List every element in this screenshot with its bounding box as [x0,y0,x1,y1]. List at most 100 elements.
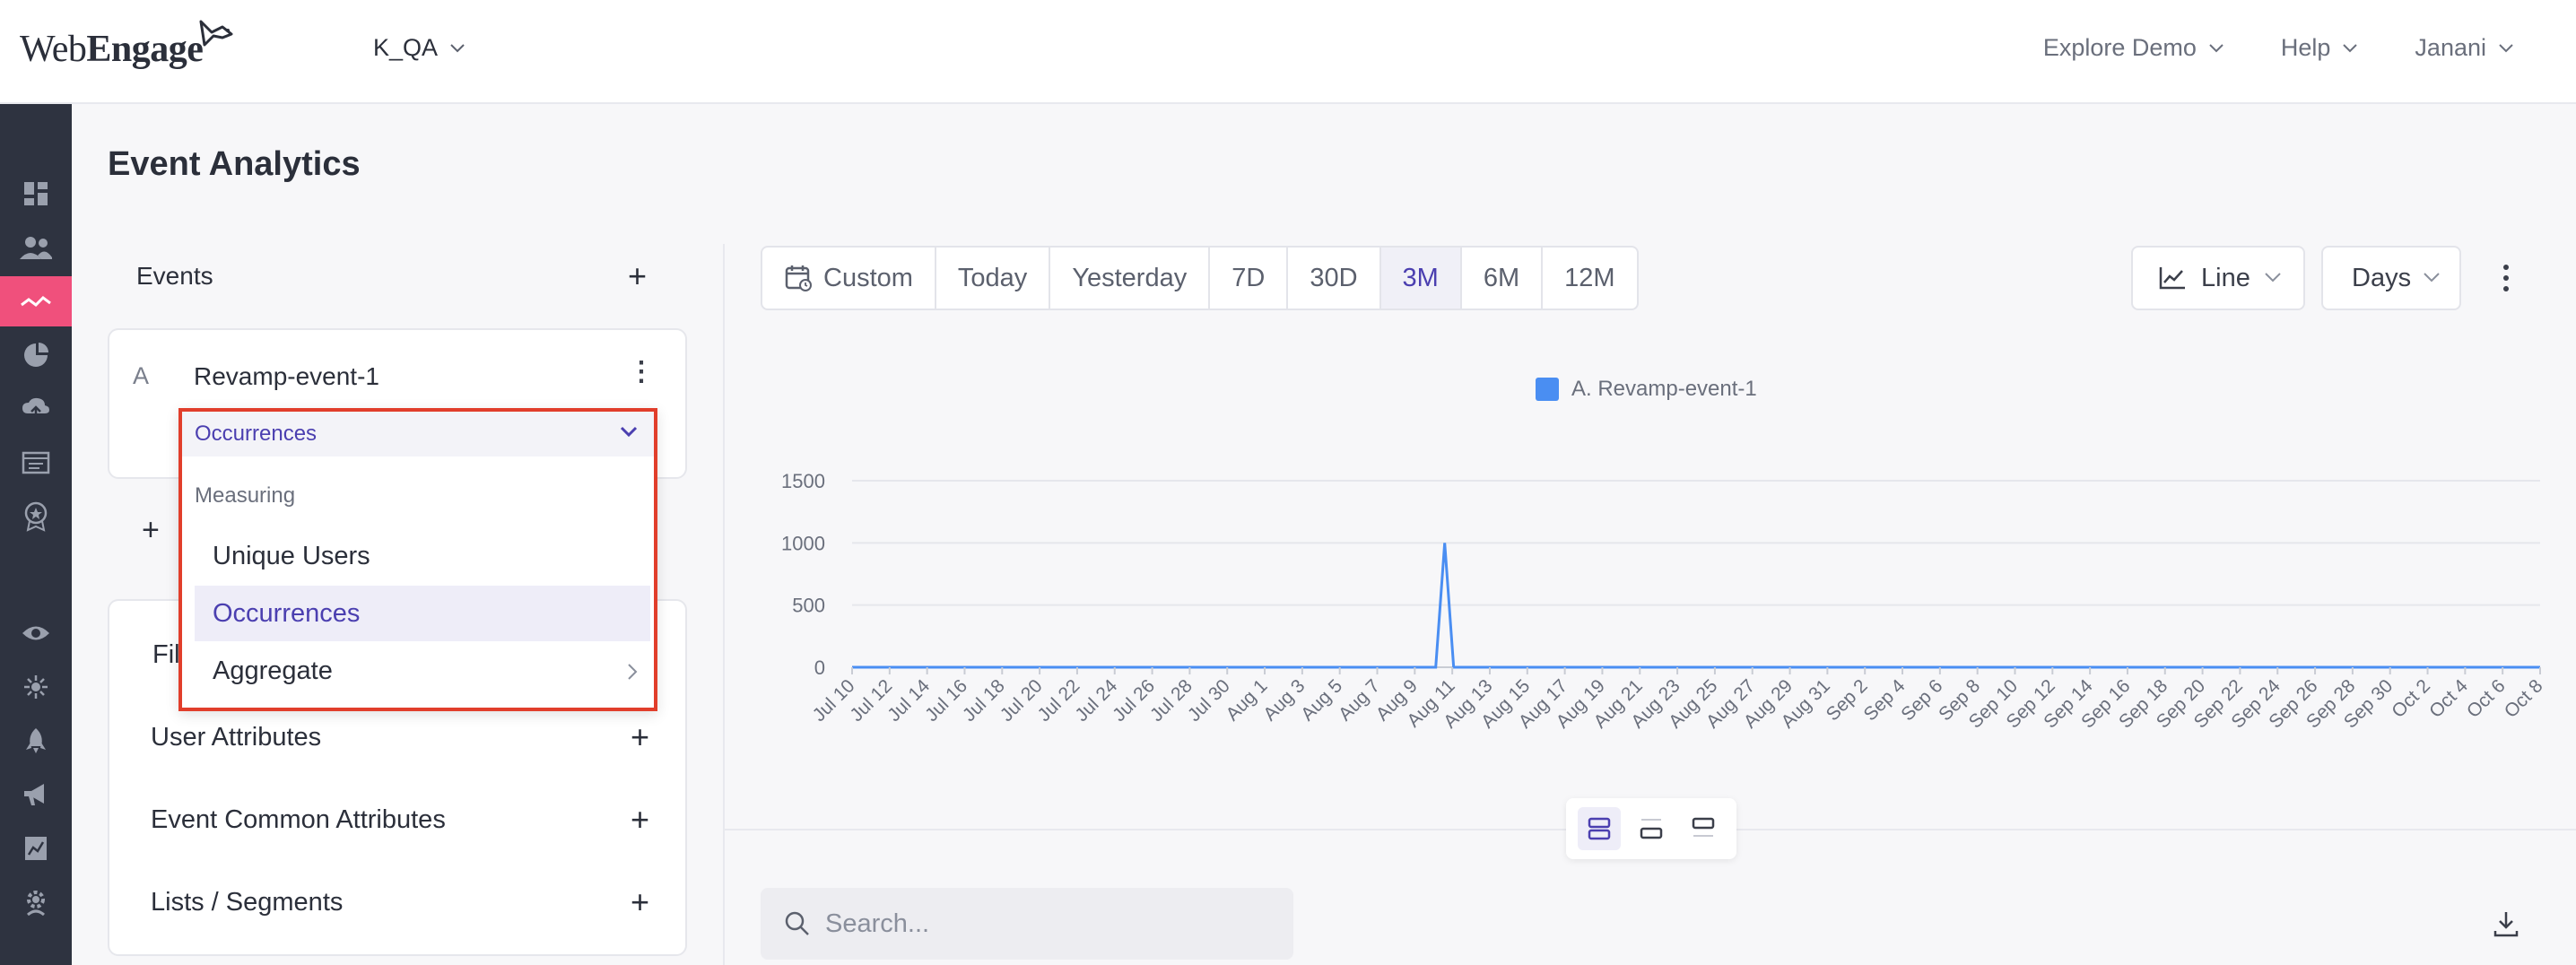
report-icon[interactable] [0,823,72,874]
range-yesterday-button[interactable]: Yesterday [1050,248,1211,309]
range-custom-button[interactable]: Custom [762,248,936,309]
option-aggregate[interactable]: Aggregate [195,643,650,699]
rocket-icon[interactable] [0,716,72,766]
measure-dropdown-trigger[interactable]: Occurrences [182,412,654,456]
explore-demo-menu[interactable]: Explore Demo [2043,34,2224,62]
x-tick-label: Sep 6 [1897,675,1946,725]
range-label: 6M [1483,263,1520,292]
x-tick-label: Jul 22 [1034,675,1084,726]
x-tick-label: Jul 14 [883,675,934,726]
range-7d-button[interactable]: 7D [1210,248,1289,309]
range-6m-button[interactable]: 6M [1462,248,1544,309]
x-tick-label: Sep 2 [1823,675,1872,725]
x-tick-label: Aug 5 [1297,675,1346,725]
add-lists-segments-plus-icon[interactable]: + [631,886,649,918]
add-another-event-plus-icon[interactable]: + [142,513,160,548]
range-label: 7D [1231,263,1266,292]
view-table-button[interactable] [1630,807,1673,850]
range-label: Yesterday [1072,263,1188,292]
line-chart-icon [2159,267,2185,290]
x-tick-label: Jul 10 [809,675,859,726]
chevron-down-icon [620,426,638,438]
x-tick-label: Oct 2 [2388,675,2434,722]
range-30d-button[interactable]: 30D [1288,248,1381,309]
date-range-group: Custom Today Yesterday 7D 30D 3M 6M 12M [761,246,1639,310]
badge-icon[interactable] [0,491,72,542]
filter-row-lists-segments[interactable]: Lists / Segments [151,888,343,917]
measure-dropdown: Occurrences Measuring Unique Users Occur… [178,408,657,711]
option-label: Aggregate [213,656,333,685]
event-name[interactable]: Revamp-event-1 [194,362,379,391]
x-tick-label: Jul 20 [996,675,1047,726]
add-event-common-attributes-plus-icon[interactable]: + [631,804,649,836]
megaphone-icon[interactable] [0,769,72,820]
add-user-attributes-plus-icon[interactable]: + [631,721,649,753]
pie-chart-icon[interactable] [0,330,72,380]
y-tick-label: 1500 [781,470,825,492]
help-menu[interactable]: Help [2281,34,2358,62]
x-tick-label: Jul 16 [921,675,971,726]
split-view-icon [1588,817,1611,840]
chart-type-dropdown[interactable]: Line [2131,246,2305,310]
view-split-button[interactable] [1578,807,1621,850]
x-tick-label: Oct 4 [2425,675,2472,722]
users-icon[interactable] [0,222,72,273]
cloud-upload-icon[interactable] [0,384,72,434]
chart-options-kebab-icon[interactable] [2499,260,2513,296]
event-kebab-menu-icon[interactable]: ⋮ [628,359,655,386]
option-occurrences[interactable]: Occurrences [195,586,650,641]
x-tick-label: Aug 1 [1223,675,1272,725]
range-label: 12M [1564,263,1615,292]
granularity-dropdown[interactable]: Days [2321,246,2461,310]
view-toggle-group [1566,798,1736,859]
granularity-label: Days [2352,263,2412,292]
x-tick-label: Jul 18 [959,675,1009,726]
folder-icon[interactable] [0,438,72,488]
x-tick-label: Aug 3 [1259,675,1309,725]
logo-text-web: Web [20,29,87,70]
range-today-button[interactable]: Today [936,248,1051,309]
gear-icon[interactable] [0,877,72,927]
chevron-down-icon [2265,273,2281,283]
y-tick-label: 500 [792,595,825,617]
eye-icon[interactable] [0,608,72,658]
range-12m-button[interactable]: 12M [1543,248,1636,309]
left-nav-rail [0,104,72,965]
events-label: Events [136,262,213,290]
chevron-down-icon [450,43,465,52]
chevron-right-icon [628,664,638,680]
filter-row-event-common-attributes[interactable]: Event Common Attributes [151,805,446,835]
view-chart-button[interactable] [1682,807,1725,850]
download-icon[interactable] [2492,909,2520,938]
option-label: Occurrences [213,598,361,628]
measuring-section-label: Measuring [195,483,296,508]
webengage-logo[interactable]: WebEngage [20,18,233,81]
dashboard-icon[interactable] [0,169,72,219]
add-event-plus-icon[interactable]: + [628,260,647,292]
filter-row-user-attributes[interactable]: User Attributes [151,723,321,752]
analytics-icon[interactable] [0,276,72,326]
chevron-down-icon [2424,273,2440,283]
x-tick-label: Oct 6 [2463,675,2510,722]
logo-text-engage: Engage [86,29,204,70]
project-selector[interactable]: K_QA [373,34,465,62]
chevron-down-icon [2499,43,2513,52]
option-unique-users[interactable]: Unique Users [195,528,650,584]
x-tick-label: Jul 12 [846,675,896,726]
user-menu[interactable]: Janani [2415,34,2513,62]
help-label: Help [2280,34,2331,61]
event-line-chart: 050010001500Jul 10Jul 12Jul 14Jul 16Jul … [781,470,2546,733]
range-label: Today [957,263,1028,292]
settings-spark-icon[interactable] [0,662,72,712]
table-view-icon [1640,819,1663,839]
range-3m-button[interactable]: 3M [1380,248,1462,309]
event-letter: A [133,362,150,389]
search-field[interactable]: Search... [761,888,1293,960]
filters-heading: Fil [152,640,180,669]
search-placeholder: Search... [825,908,930,938]
chart-view-icon [1692,817,1715,837]
range-label: 30D [1310,263,1358,292]
explore-demo-label: Explore Demo [2042,34,2197,61]
x-tick-label: Jul 28 [1146,675,1197,726]
search-icon [785,911,809,935]
